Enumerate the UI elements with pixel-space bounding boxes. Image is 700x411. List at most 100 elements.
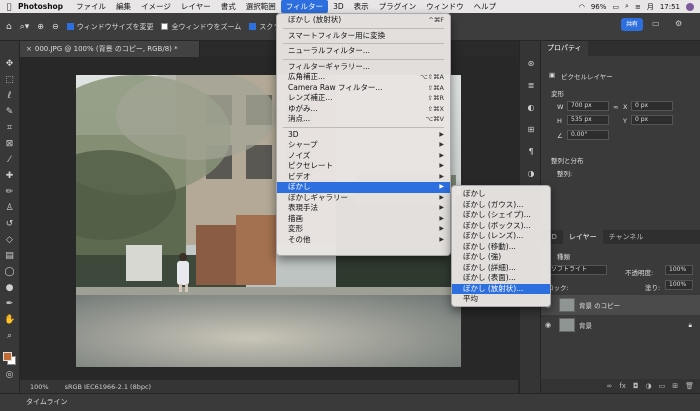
adjustments-icon[interactable]: ◑: [526, 169, 536, 179]
timeline-tab[interactable]: タイムライン: [26, 398, 68, 406]
menu-plugins[interactable]: プラグイン: [374, 0, 422, 13]
menu-item[interactable]: その他 ▶: [277, 235, 450, 246]
brush-settings-icon[interactable]: ¶: [526, 147, 536, 157]
apple-icon[interactable]: : [0, 2, 18, 11]
layer-filter-kind[interactable]: 種類: [557, 251, 570, 261]
menu-view[interactable]: 表示: [349, 0, 374, 13]
menu-filter[interactable]: フィルター: [280, 0, 329, 13]
zoom-level[interactable]: 100%: [30, 383, 49, 391]
quick-mask-icon[interactable]: ◎: [4, 370, 15, 381]
color-icon[interactable]: ◐: [526, 103, 536, 113]
blend-mode-select[interactable]: ソフトライト: [547, 265, 607, 275]
eye-icon[interactable]: ◉: [541, 321, 555, 329]
fx-icon[interactable]: fx: [619, 382, 626, 390]
menu-item[interactable]: ゆがみ... ⇧⌘X: [277, 104, 450, 115]
tab-properties[interactable]: プロパティ: [541, 41, 588, 56]
menu-item[interactable]: シャープ ▶: [277, 140, 450, 151]
x-field[interactable]: 0 px: [631, 101, 673, 111]
menu-item[interactable]: 変形 ▶: [277, 224, 450, 235]
menu-item[interactable]: ぼかし (レンズ)...: [452, 231, 550, 242]
brush-tool-icon[interactable]: ✏: [4, 187, 15, 198]
pen-tool-icon[interactable]: ✒: [4, 299, 15, 310]
menu-item[interactable]: レンズ補正... ⇧⌘R: [277, 93, 450, 104]
foreground-color-swatch[interactable]: [3, 352, 12, 361]
search-icon[interactable]: ⌕: [625, 2, 629, 11]
menu-type[interactable]: 書式: [216, 0, 241, 13]
marquee-tool-icon[interactable]: ⬚: [4, 75, 15, 86]
close-icon[interactable]: ×: [26, 45, 32, 53]
menu-item[interactable]: ぼかし (表面)...: [452, 273, 550, 284]
avatar[interactable]: [686, 2, 694, 11]
menu-item[interactable]: ビデオ ▶: [277, 172, 450, 183]
tab-channels[interactable]: チャンネル: [603, 230, 650, 244]
angle-field[interactable]: 0.00°: [567, 130, 609, 140]
blur-tool-icon[interactable]: ◯: [4, 267, 15, 278]
control-center-icon[interactable]: ≡: [635, 3, 641, 11]
settings-icon[interactable]: ⚙: [675, 19, 685, 29]
layer-row[interactable]: ◉ 背景 🔒︎: [541, 315, 700, 335]
menu-item[interactable]: ぼかし ▶: [277, 182, 450, 193]
crop-tool-icon[interactable]: ⌗: [4, 123, 15, 134]
zoom-in-icon[interactable]: ⊕: [37, 22, 44, 31]
document-tab[interactable]: × 000.JPG @ 100% (背景 のコピー, RGB/8) *: [20, 41, 200, 57]
move-tool-icon[interactable]: ✥: [4, 59, 15, 70]
menu-item[interactable]: ぼかし (強): [452, 252, 550, 263]
height-field[interactable]: 535 px: [567, 115, 609, 125]
new-layer-icon[interactable]: ⊞: [672, 382, 678, 390]
menu-item[interactable]: 平均: [452, 294, 550, 305]
dodge-tool-icon[interactable]: ●: [4, 283, 15, 294]
eraser-tool-icon[interactable]: ◇: [4, 235, 15, 246]
menu-item[interactable]: ぼかし (移動)...: [452, 242, 550, 253]
search-icon[interactable]: ⌕: [630, 19, 640, 29]
menu-item[interactable]: ピクセレート ▶: [277, 161, 450, 172]
menu-item[interactable]: ぼかし (放射状)...: [452, 283, 550, 294]
menu-edit[interactable]: 編集: [111, 0, 136, 13]
menu-item[interactable]: 広角補正... ⌥⇧⌘A: [277, 72, 450, 83]
layer-row[interactable]: ◉ 背景 のコピー: [541, 295, 700, 315]
mask-icon[interactable]: ◘: [633, 382, 639, 390]
home-icon[interactable]: ⌂: [6, 22, 12, 32]
menu-item[interactable]: 描画 ▶: [277, 214, 450, 225]
gradient-tool-icon[interactable]: ▤: [4, 251, 15, 262]
group-icon[interactable]: ▭: [659, 382, 666, 390]
wifi-icon[interactable]: ◠: [579, 3, 585, 11]
menu-window[interactable]: ウィンドウ: [421, 0, 469, 13]
menu-item[interactable]: 表現手法 ▶: [277, 203, 450, 214]
menu-item[interactable]: スマートフィルター用に変換: [277, 31, 450, 42]
hand-tool-icon[interactable]: ✋: [4, 315, 15, 326]
clock-time[interactable]: 17:51: [660, 3, 680, 11]
frame-tool-icon[interactable]: ⊠: [4, 139, 15, 150]
menu-item[interactable]: Camera Raw フィルター... ⇧⌘A: [277, 83, 450, 94]
zoom-out-icon[interactable]: ⊖: [52, 22, 59, 31]
eyedropper-tool-icon[interactable]: ⁄: [4, 155, 15, 166]
menu-item[interactable]: 消点... ⌥⌘V: [277, 114, 450, 125]
menu-item[interactable]: フィルターギャラリー...: [277, 62, 450, 73]
menu-item[interactable]: ぼかし (ボックス)...: [452, 221, 550, 232]
menu-image[interactable]: イメージ: [136, 0, 176, 13]
quick-select-tool-icon[interactable]: ✎: [4, 107, 15, 118]
menu-file[interactable]: ファイル: [71, 0, 111, 13]
trash-icon[interactable]: 🗑︎: [685, 382, 694, 390]
libraries-icon[interactable]: ≣: [526, 81, 536, 91]
menu-item[interactable]: ぼかし (放射状) ^⌘F: [277, 15, 450, 26]
opacity-field[interactable]: 100%: [665, 265, 693, 275]
zoom-tool-icon[interactable]: ⌕: [4, 331, 15, 342]
battery-icon[interactable]: ▭: [612, 3, 619, 11]
menu-item[interactable]: ぼかしギャラリー ▶: [277, 193, 450, 204]
menu-select[interactable]: 選択範囲: [241, 0, 281, 13]
y-field[interactable]: 0 px: [631, 115, 673, 125]
app-menu[interactable]: Photoshop: [18, 2, 63, 11]
fill-field[interactable]: 100%: [665, 280, 693, 290]
menu-item[interactable]: ぼかし (ガウス)...: [452, 200, 550, 211]
resize-windows-checkbox[interactable]: ウィンドウサイズを変更: [66, 22, 153, 32]
learn-icon[interactable]: ⊛: [526, 59, 536, 69]
menu-item[interactable]: 3D ▶: [277, 130, 450, 141]
transform-section[interactable]: 変形: [551, 88, 564, 98]
tab-layers[interactable]: レイヤー: [562, 230, 603, 244]
width-field[interactable]: 700 px: [567, 101, 609, 111]
menu-item[interactable]: ぼかし: [452, 189, 550, 200]
menu-help[interactable]: ヘルプ: [469, 0, 502, 13]
menu-item[interactable]: ぼかし (詳細)...: [452, 263, 550, 274]
lasso-tool-icon[interactable]: ℓ: [4, 91, 15, 102]
menu-item[interactable]: ニューラルフィルター...: [277, 46, 450, 57]
